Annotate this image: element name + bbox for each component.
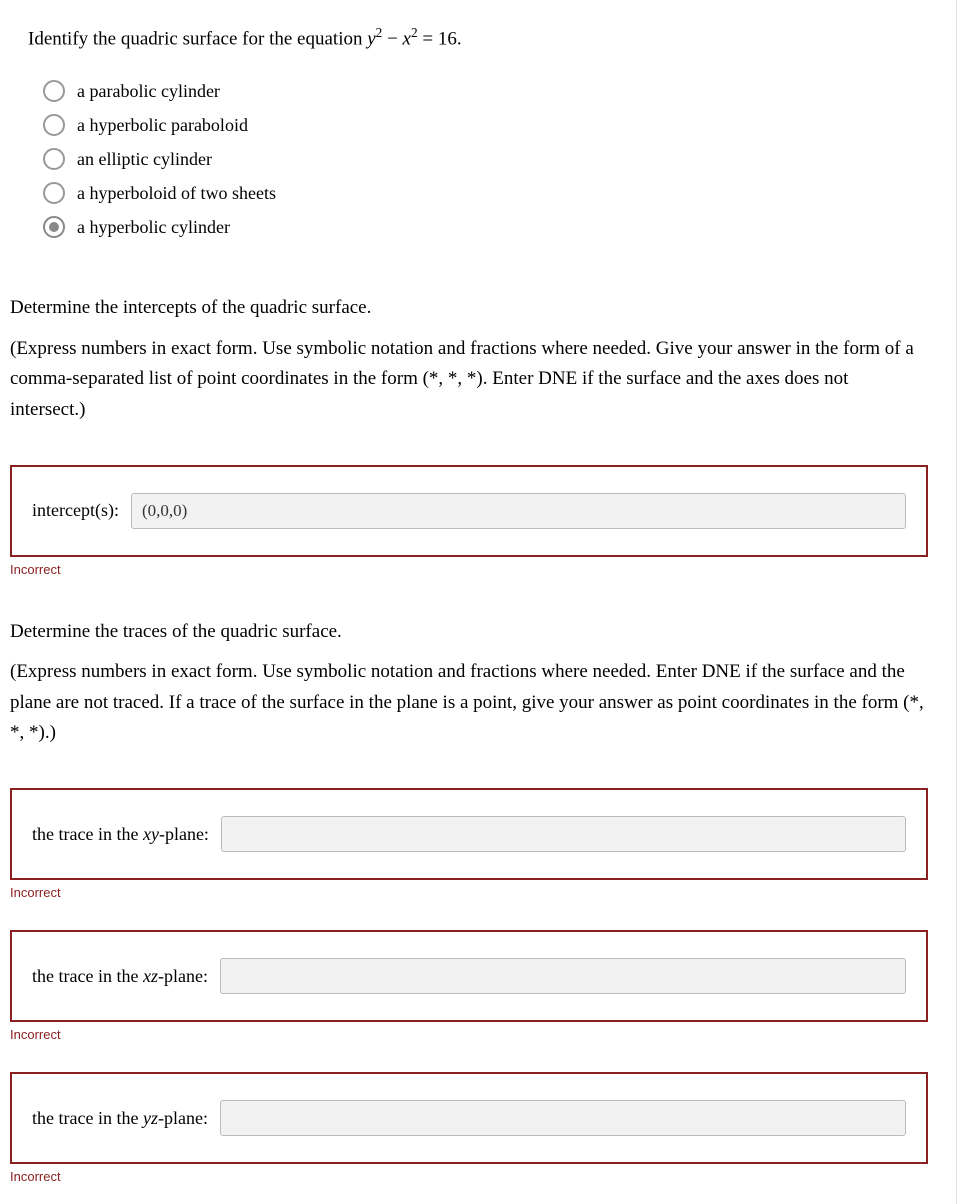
trace-yz-label: the trace in the yz-plane: [32, 1108, 208, 1129]
trace-xy-label: the trace in the xy-plane: [32, 824, 209, 845]
radio-label: a hyperbolic paraboloid [77, 115, 248, 136]
trace-xy-b: y [151, 824, 159, 844]
radio-icon [43, 148, 65, 170]
intercepts-instructions: Determine the intercepts of the quadric … [10, 293, 946, 425]
trace-xz-feedback: Incorrect [10, 1027, 946, 1042]
radio-label: an elliptic cylinder [77, 149, 212, 170]
intercepts-feedback: Incorrect [10, 562, 946, 577]
radio-label: a parabolic cylinder [77, 81, 220, 102]
trace-xy-input[interactable] [221, 816, 906, 852]
eq-minus: − [382, 28, 402, 49]
trace-xz-input[interactable] [220, 958, 906, 994]
intercepts-label: intercept(s): [32, 500, 119, 521]
radio-option-parabolic-cylinder[interactable]: a parabolic cylinder [43, 80, 946, 102]
radio-icon [43, 182, 65, 204]
trace-xz-answer-box: the trace in the xz-plane: [10, 930, 928, 1022]
trace-yz-input[interactable] [220, 1100, 906, 1136]
trace-xz-a: x [143, 966, 151, 986]
radio-label: a hyperbolic cylinder [77, 217, 230, 238]
radio-option-elliptic-cylinder[interactable]: an elliptic cylinder [43, 148, 946, 170]
trace-yz-a: y [143, 1108, 151, 1128]
intercepts-line1: Determine the intercepts of the quadric … [10, 293, 928, 323]
radio-option-hyperbolic-cylinder[interactable]: a hyperbolic cylinder [43, 216, 946, 238]
radio-icon [43, 216, 65, 238]
radio-label: a hyperboloid of two sheets [77, 183, 276, 204]
question-text: Identify the quadric surface for the equ… [28, 25, 946, 50]
trace-xz-label: the trace in the xz-plane: [32, 966, 208, 987]
eq-rhs: = 16. [418, 28, 462, 49]
radio-icon [43, 80, 65, 102]
eq-x: x [403, 28, 411, 49]
traces-line2: (Express numbers in exact form. Use symb… [10, 657, 928, 748]
eq-y: y [367, 28, 375, 49]
trace-xz-b: z [151, 966, 158, 986]
trace-xz-prefix: the trace in the [32, 966, 143, 986]
trace-xy-a: x [143, 824, 151, 844]
radio-option-hyperbolic-paraboloid[interactable]: a hyperbolic paraboloid [43, 114, 946, 136]
trace-xy-answer-box: the trace in the xy-plane: [10, 788, 928, 880]
trace-xy-suffix: -plane: [159, 824, 209, 844]
trace-yz-prefix: the trace in the [32, 1108, 143, 1128]
trace-xy-feedback: Incorrect [10, 885, 946, 900]
intercepts-line2: (Express numbers in exact form. Use symb… [10, 334, 928, 425]
eq-x-exp: 2 [411, 25, 418, 40]
intercepts-input[interactable] [131, 493, 906, 529]
trace-yz-feedback: Incorrect [10, 1169, 946, 1184]
intercepts-answer-box: intercept(s): [10, 465, 928, 557]
traces-instructions: Determine the traces of the quadric surf… [10, 617, 946, 749]
trace-yz-answer-box: the trace in the yz-plane: [10, 1072, 928, 1164]
radio-icon [43, 114, 65, 136]
radio-group: a parabolic cylinder a hyperbolic parabo… [43, 80, 946, 238]
radio-option-hyperboloid-two-sheets[interactable]: a hyperboloid of two sheets [43, 182, 946, 204]
trace-xz-suffix: -plane: [158, 966, 208, 986]
traces-line1: Determine the traces of the quadric surf… [10, 617, 928, 647]
question-prefix: Identify the quadric surface for the equ… [28, 28, 367, 49]
trace-yz-suffix: -plane: [158, 1108, 208, 1128]
trace-xy-prefix: the trace in the [32, 824, 143, 844]
trace-yz-b: z [151, 1108, 158, 1128]
